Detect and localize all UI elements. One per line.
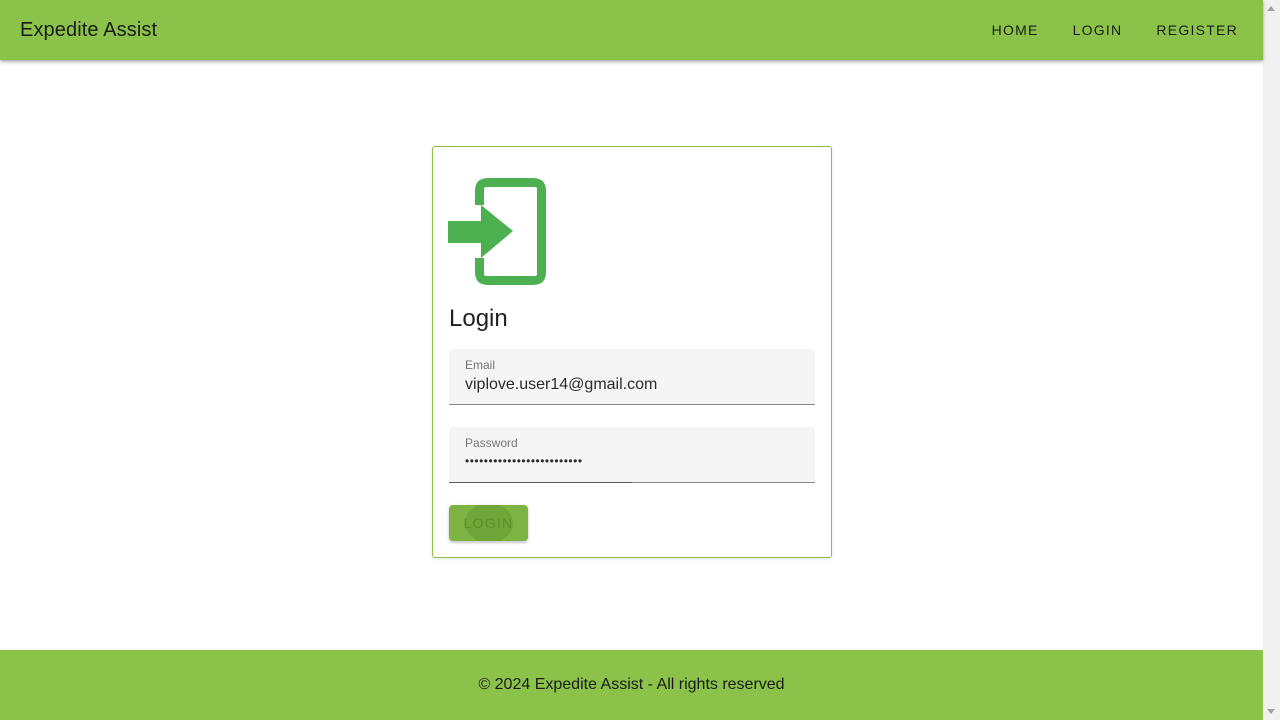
- footer: © 2024 Expedite Assist - All rights rese…: [0, 650, 1263, 720]
- login-submit-label: LOGIN: [463, 515, 514, 531]
- login-icon: [448, 178, 546, 285]
- scroll-up-icon[interactable]: [1267, 6, 1275, 11]
- nav-login-link[interactable]: LOGIN: [1056, 12, 1140, 48]
- email-label: Email: [465, 358, 496, 372]
- app-title[interactable]: Expedite Assist: [20, 19, 157, 42]
- vertical-scrollbar[interactable]: [1263, 0, 1280, 720]
- email-field[interactable]: Email: [449, 349, 815, 405]
- scroll-down-icon[interactable]: [1267, 709, 1275, 714]
- login-submit-button[interactable]: LOGIN: [449, 505, 528, 541]
- top-nav: HOME LOGIN REGISTER: [975, 0, 1263, 60]
- password-underline: [449, 482, 632, 483]
- password-label: Password: [465, 436, 518, 450]
- login-card: Login Email Password •••••••••••••••••••…: [432, 146, 832, 558]
- page: Expedite Assist HOME LOGIN REGISTER Logi…: [0, 0, 1263, 720]
- nav-register-link[interactable]: REGISTER: [1139, 12, 1255, 48]
- nav-home-link[interactable]: HOME: [975, 12, 1056, 48]
- footer-copyright: © 2024 Expedite Assist - All rights rese…: [478, 676, 785, 693]
- app-bar: Expedite Assist HOME LOGIN REGISTER: [0, 0, 1263, 60]
- email-input[interactable]: [465, 374, 795, 396]
- password-input[interactable]: •••••••••••••••••••••••••: [465, 454, 795, 476]
- password-field[interactable]: Password •••••••••••••••••••••••••: [449, 427, 815, 483]
- login-title: Login: [449, 305, 508, 332]
